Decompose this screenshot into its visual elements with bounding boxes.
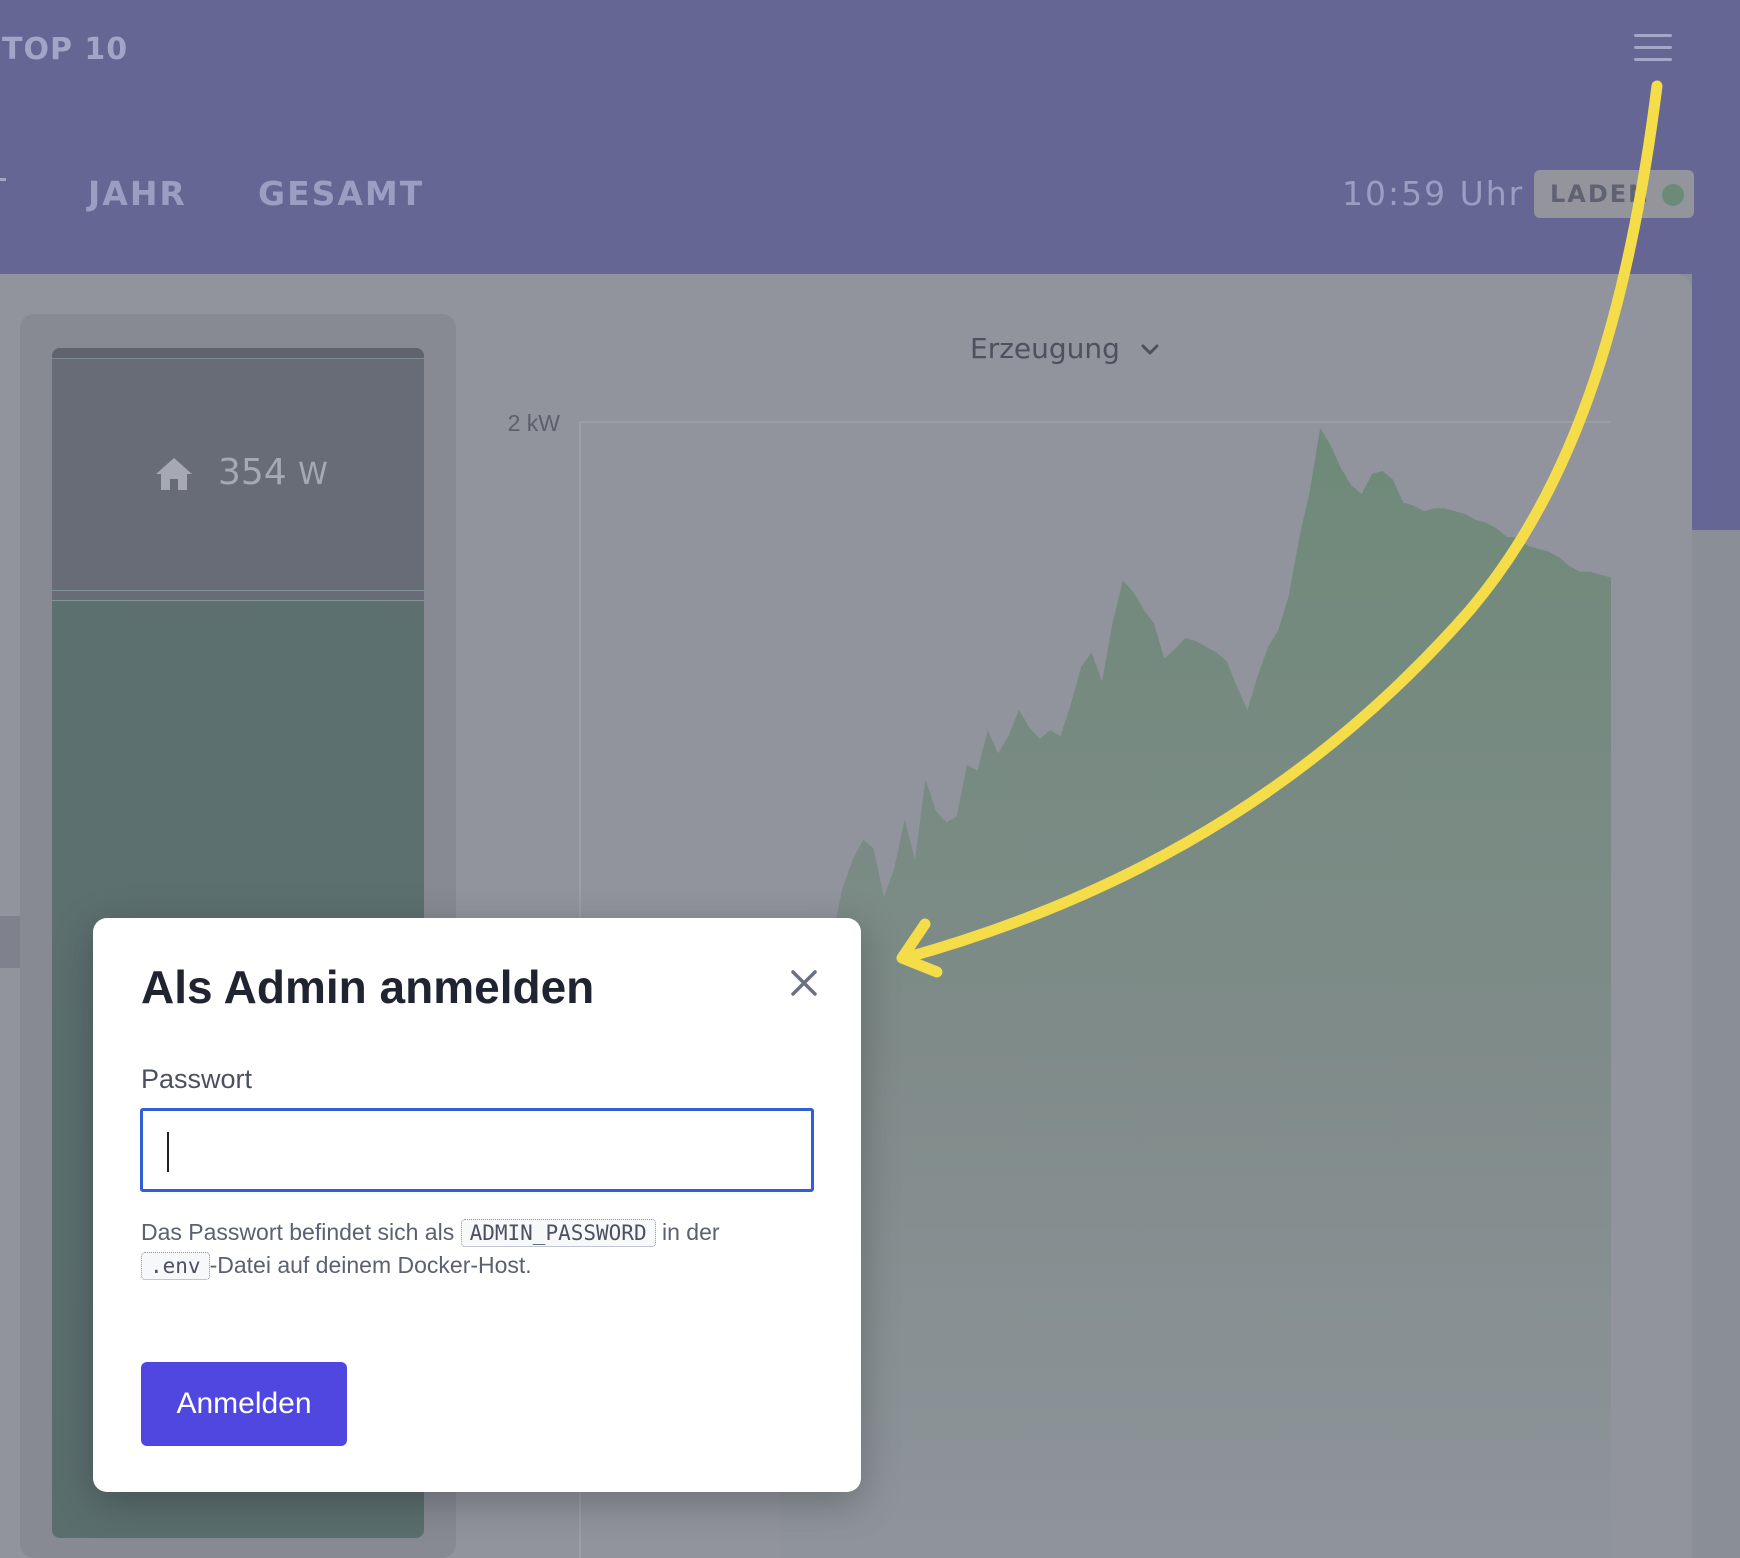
- generation-series-area: [780, 427, 1611, 1558]
- hint-code-env: .env: [141, 1252, 210, 1280]
- dialog-title: Als Admin anmelden: [141, 961, 595, 1013]
- hint-text-end: -Datei auf deinem Docker-Host.: [209, 1252, 532, 1278]
- admin-login-dialog: Als Admin anmelden Passwort Das Passwort…: [93, 918, 861, 1492]
- password-input[interactable]: [140, 1108, 814, 1192]
- close-icon[interactable]: [789, 968, 819, 998]
- hint-text-start: Das Passwort befindet sich als: [141, 1219, 461, 1245]
- text-cursor: [167, 1132, 169, 1172]
- hint-text-middle: in der: [655, 1219, 720, 1245]
- hint-code-admin-password: ADMIN_PASSWORD: [460, 1219, 656, 1247]
- password-label: Passwort: [141, 1064, 253, 1094]
- login-submit-button[interactable]: Anmelden: [141, 1362, 347, 1446]
- y-tick-label: 2 kW: [508, 410, 561, 436]
- password-hint: Das Passwort befindet sich als ADMIN_PAS…: [141, 1216, 841, 1282]
